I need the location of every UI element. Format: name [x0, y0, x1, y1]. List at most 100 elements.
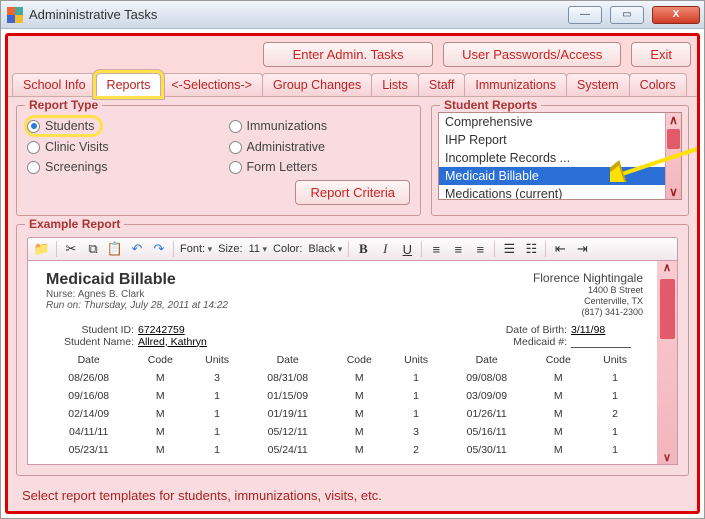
undo-icon[interactable]: ↶: [129, 241, 145, 257]
italic-icon[interactable]: I: [377, 241, 393, 257]
tab-immunizations[interactable]: Immunizations: [464, 73, 567, 96]
reports-tab-panel: Report Type StudentsImmunizationsClinic …: [8, 96, 697, 511]
outdent-icon[interactable]: ⇤: [552, 241, 568, 257]
cell: 05/12/11: [245, 423, 330, 441]
cell: M: [131, 368, 189, 387]
redo-icon[interactable]: ↷: [151, 241, 167, 257]
scroll-up-icon[interactable]: ∧: [663, 261, 671, 274]
tab-group-changes[interactable]: Group Changes: [262, 73, 372, 96]
report-type-group: Report Type StudentsImmunizationsClinic …: [16, 105, 421, 216]
radio-dot: [27, 120, 40, 133]
enter-admin-tasks-button[interactable]: Enter Admin. Tasks: [263, 42, 433, 67]
radio-dot: [229, 161, 242, 174]
cell: M: [330, 441, 388, 459]
tab-reports[interactable]: Reports: [96, 73, 162, 96]
cell: M: [330, 405, 388, 423]
list-scroll-thumb[interactable]: [667, 129, 680, 149]
nurse-name: Agnes B. Clark: [78, 289, 145, 300]
list-item[interactable]: Medicaid Billable: [439, 167, 681, 185]
cell: M: [529, 387, 587, 405]
cell: 2: [587, 405, 643, 423]
cell: 1: [388, 368, 444, 387]
cell: 2: [388, 441, 444, 459]
cell: M: [131, 387, 189, 405]
run-on: Run on: Thursday, July 28, 2011 at 14:22: [46, 300, 228, 311]
radio-form-letters[interactable]: Form Letters: [229, 160, 411, 174]
cell: 08/31/08: [245, 368, 330, 387]
size-dropdown[interactable]: 11: [249, 243, 267, 255]
scroll-up-icon[interactable]: ∧: [669, 113, 678, 127]
table-row: 04/11/11M105/12/11M305/16/11M1: [46, 423, 643, 441]
cell: 05/23/11: [46, 441, 131, 459]
org-cityzip: Centerville, TX: [533, 296, 643, 307]
scroll-down-icon[interactable]: ∨: [663, 451, 671, 464]
list-item[interactable]: Comprehensive: [439, 113, 681, 131]
bold-icon[interactable]: B: [355, 241, 371, 257]
cell: 08/26/08: [46, 368, 131, 387]
cell: 05/30/11: [444, 441, 529, 459]
preview-scroll-thumb[interactable]: [660, 279, 675, 339]
cell: 1: [587, 441, 643, 459]
cell: 1: [189, 405, 245, 423]
open-folder-icon[interactable]: 📁: [34, 241, 50, 257]
radio-students[interactable]: Students: [27, 118, 100, 134]
list-item[interactable]: Medications (current): [439, 185, 681, 200]
copy-icon[interactable]: ⧉: [85, 241, 101, 257]
align-left-icon[interactable]: ≡: [428, 241, 444, 257]
scroll-down-icon[interactable]: ∨: [669, 185, 678, 199]
table-row: 02/14/09M101/19/11M101/26/11M2: [46, 405, 643, 423]
radio-administrative[interactable]: Administrative: [229, 140, 411, 154]
font-dropdown[interactable]: Font:: [180, 243, 212, 255]
report-criteria-button[interactable]: Report Criteria: [295, 180, 410, 205]
exit-button[interactable]: Exit: [631, 42, 691, 67]
underline-icon[interactable]: U: [399, 241, 415, 257]
list-item[interactable]: IHP Report: [439, 131, 681, 149]
cell: M: [131, 423, 189, 441]
cut-icon[interactable]: ✂: [63, 241, 79, 257]
tab-colors[interactable]: Colors: [629, 73, 687, 96]
cell: M: [131, 405, 189, 423]
color-dropdown[interactable]: Black: [308, 243, 342, 255]
student-reports-group: Student Reports ComprehensiveIHP ReportI…: [431, 105, 689, 216]
list-scrollbar[interactable]: ∧ ∨: [665, 113, 681, 199]
student-reports-list[interactable]: ComprehensiveIHP ReportIncomplete Record…: [438, 112, 682, 200]
user-passwords-button[interactable]: User Passwords/Access: [443, 42, 621, 67]
app-icon: [7, 7, 23, 23]
radio-screenings[interactable]: Screenings: [27, 160, 209, 174]
tab-school-info[interactable]: School Info: [12, 73, 97, 96]
radio-dot: [229, 141, 242, 154]
radio-immunizations[interactable]: Immunizations: [229, 118, 411, 134]
cell: 1: [388, 387, 444, 405]
table-row: 05/23/11M105/24/11M205/30/11M1: [46, 441, 643, 459]
cell: 1: [587, 423, 643, 441]
cell: 1: [189, 441, 245, 459]
report-preview: Medicaid Billable Nurse: Agnes B. Clark …: [27, 261, 678, 465]
indent-icon[interactable]: ⇥: [574, 241, 590, 257]
maximize-button[interactable]: ▭: [610, 6, 644, 24]
nurse-label: Nurse:: [46, 289, 75, 300]
minimize-button[interactable]: —: [568, 6, 602, 24]
align-right-icon[interactable]: ≡: [472, 241, 488, 257]
tab-selections[interactable]: <-Selections->: [160, 73, 263, 96]
status-bar: Select report templates for students, im…: [16, 484, 689, 503]
radio-clinic-visits[interactable]: Clinic Visits: [27, 140, 209, 154]
col-header: Units: [189, 352, 245, 369]
cell: 1: [587, 387, 643, 405]
tab-system[interactable]: System: [566, 73, 630, 96]
tab-lists[interactable]: Lists: [371, 73, 419, 96]
cell: 1: [587, 368, 643, 387]
cell: 01/19/11: [245, 405, 330, 423]
bulleted-list-icon[interactable]: ☰: [501, 241, 517, 257]
tab-staff[interactable]: Staff: [418, 73, 465, 96]
paste-icon[interactable]: 📋: [107, 241, 123, 257]
radio-label: Screenings: [45, 160, 108, 174]
org-phone: (817) 341-2300: [533, 307, 643, 318]
student-name-label: Student Name:: [58, 336, 134, 348]
close-button[interactable]: X: [652, 6, 700, 24]
numbered-list-icon[interactable]: ☷: [523, 241, 539, 257]
cell: 01/15/09: [245, 387, 330, 405]
radio-label: Administrative: [247, 140, 326, 154]
align-center-icon[interactable]: ≡: [450, 241, 466, 257]
col-header: Date: [46, 352, 131, 369]
list-item[interactable]: Incomplete Records ...: [439, 149, 681, 167]
